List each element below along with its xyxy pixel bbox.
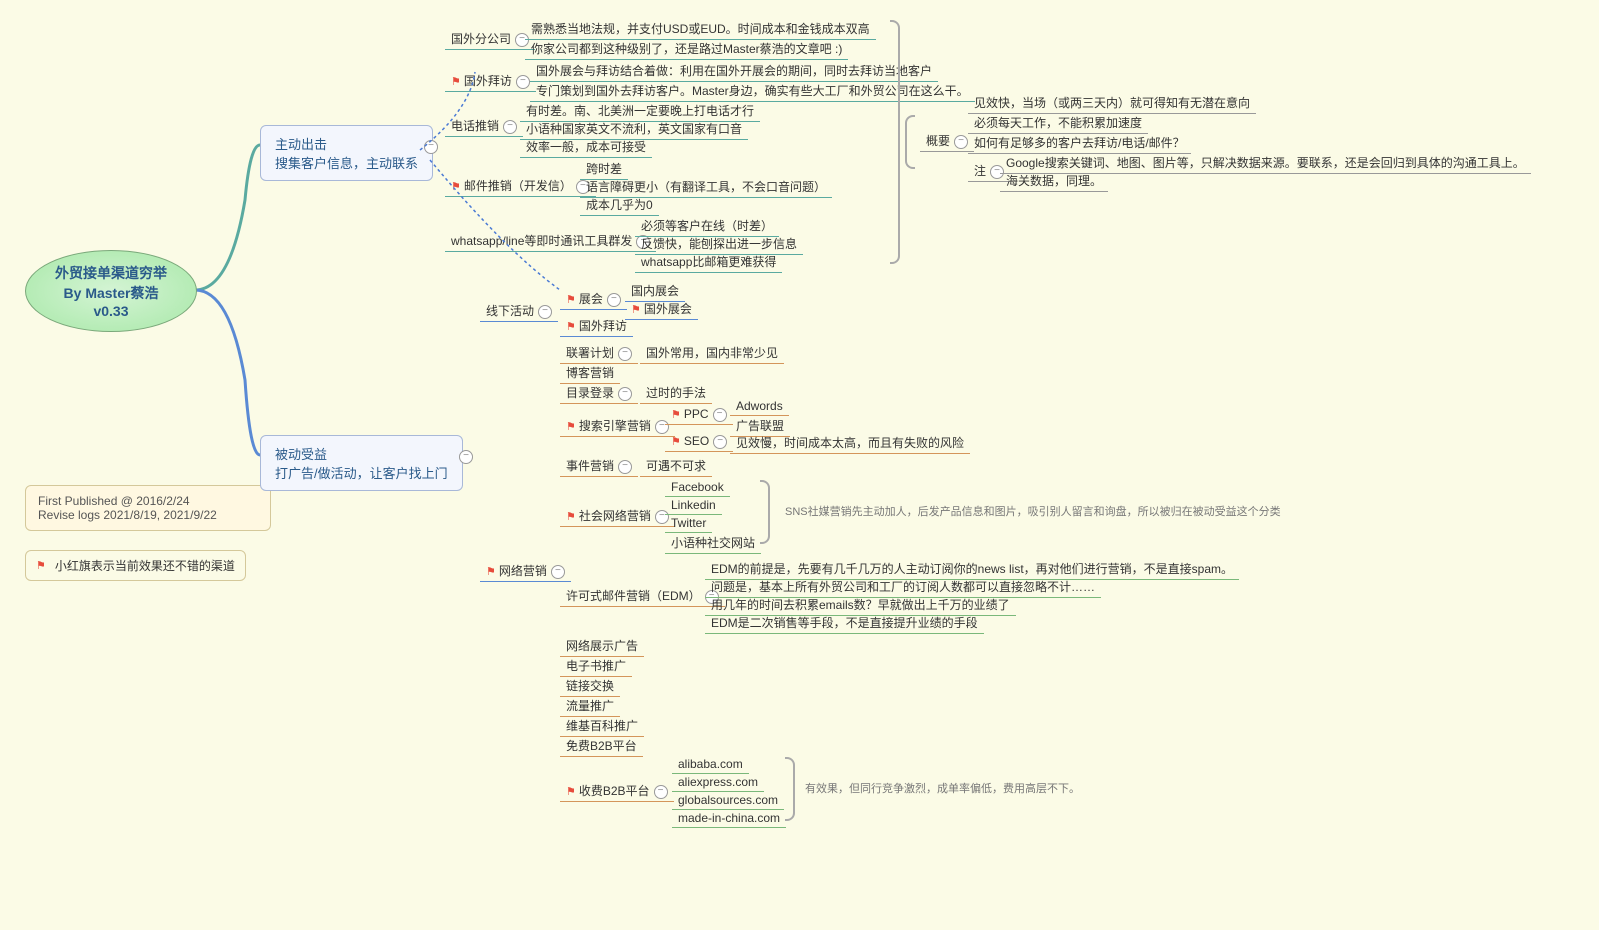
toggle-icon[interactable]: −: [713, 408, 727, 422]
node[interactable]: 过时的手法: [640, 382, 712, 404]
branch-active[interactable]: 主动出击 搜集客户信息，主动联系: [260, 125, 433, 181]
node[interactable]: 联署计划−: [560, 342, 638, 364]
flag-icon: ⚑: [566, 321, 576, 333]
toggle-icon[interactable]: −: [538, 305, 552, 319]
node[interactable]: 链接交换: [560, 675, 620, 697]
flag-icon: ⚑: [451, 181, 461, 193]
node[interactable]: ⚑PPC−: [665, 405, 733, 425]
toggle-icon[interactable]: −: [424, 140, 438, 154]
flag-icon: ⚑: [671, 409, 681, 421]
node[interactable]: 见效慢，时间成本太高，而且有失败的风险: [730, 432, 970, 454]
brace-icon: [905, 115, 915, 169]
flag-icon: ⚑: [671, 436, 681, 448]
node[interactable]: globalsources.com: [672, 791, 784, 810]
node[interactable]: 需熟悉当地法规，并支付USD或EUD。时间成本和金钱成本双高: [525, 18, 876, 40]
node[interactable]: 许可式邮件营销（EDM）−: [560, 585, 725, 607]
brace-icon: [785, 757, 795, 821]
sticky-l1: First Published @ 2016/2/24: [38, 494, 258, 508]
annotation: 有效果，但同行竞争激烈，成单率偏低，费用高层不下。: [805, 780, 1080, 796]
legend-text: 小红旗表示当前效果还不错的渠道: [55, 557, 235, 574]
root-l1: 外贸接单渠道穷举: [55, 265, 167, 281]
brace-icon: [890, 20, 900, 264]
toggle-icon[interactable]: −: [654, 785, 668, 799]
b1-title: 主动出击: [275, 134, 418, 153]
flag-icon: ⚑: [566, 511, 576, 523]
node[interactable]: Adwords: [730, 397, 789, 416]
brace-icon: [760, 480, 770, 544]
b1-sub: 搜集客户信息，主动联系: [275, 153, 418, 172]
flag-icon: ⚑: [451, 76, 461, 88]
node-summary[interactable]: 概要−: [920, 130, 974, 152]
flag-icon: ⚑: [566, 786, 576, 798]
node[interactable]: ⚑社会网络营销−: [560, 505, 675, 527]
root-node[interactable]: 外贸接单渠道穷举 By Master蔡浩 v0.33: [25, 250, 197, 332]
toggle-icon[interactable]: −: [459, 450, 473, 464]
node[interactable]: 必须每天工作，不能积累加速度: [968, 112, 1148, 134]
node[interactable]: EDM是二次销售等手段，不是直接提升业绩的手段: [705, 612, 984, 634]
node[interactable]: 专门策划到国外去拜访客户。Master身边，确实有些大工厂和外贸公司在这么干。: [530, 80, 975, 102]
node[interactable]: 如何有足够多的客户去拜访/电话/邮件？: [968, 132, 1191, 154]
toggle-icon[interactable]: −: [516, 75, 530, 89]
node[interactable]: ⚑国外拜访: [560, 315, 633, 337]
node[interactable]: 事件营销−: [560, 455, 638, 477]
toggle-icon[interactable]: −: [618, 387, 632, 401]
node[interactable]: ⚑搜索引擎营销−: [560, 415, 675, 437]
toggle-icon[interactable]: −: [503, 120, 517, 134]
root-l3: v0.33: [93, 303, 128, 319]
b2-sub: 打广告/做活动，让客户找上门: [275, 463, 448, 482]
toggle-icon[interactable]: −: [954, 135, 968, 149]
node[interactable]: 博客营销: [560, 362, 620, 384]
node[interactable]: Facebook: [665, 478, 730, 497]
node[interactable]: 电子书推广: [560, 655, 632, 677]
toggle-icon[interactable]: −: [618, 347, 632, 361]
node[interactable]: ⚑展会−: [560, 288, 627, 310]
flag-icon: ⚑: [566, 294, 576, 306]
node[interactable]: 国外分公司−: [445, 28, 535, 50]
node[interactable]: 成本几乎为0: [580, 194, 659, 216]
toggle-icon[interactable]: −: [607, 293, 621, 307]
flag-icon: ⚑: [566, 421, 576, 433]
node[interactable]: 国外展会与拜访结合着做：利用在国外开展会的期间，同时去拜访当地客户: [530, 60, 938, 82]
node[interactable]: aliexpress.com: [672, 773, 764, 792]
node[interactable]: 小语种社交网站: [665, 532, 761, 554]
node[interactable]: 流量推广: [560, 695, 620, 717]
flag-icon: ⚑: [486, 566, 496, 578]
sticky-note: First Published @ 2016/2/24 Revise logs …: [25, 485, 271, 531]
node[interactable]: 海关数据，同理。: [1000, 170, 1108, 192]
node[interactable]: whatsapp/line等即时通讯工具群发−: [445, 230, 656, 252]
node[interactable]: ⚑收费B2B平台−: [560, 780, 674, 802]
node[interactable]: alibaba.com: [672, 755, 749, 774]
node[interactable]: 电话推销−: [445, 115, 523, 137]
node[interactable]: 国外常用，国内非常少见: [640, 342, 784, 364]
node[interactable]: ⚑邮件推销（开发信）−: [445, 175, 596, 197]
sticky-l2: Revise logs 2021/8/19, 2021/9/22: [38, 508, 258, 522]
node[interactable]: made-in-china.com: [672, 809, 786, 828]
flag-icon: ⚑: [36, 559, 46, 572]
node[interactable]: ⚑国外拜访−: [445, 70, 536, 92]
toggle-icon[interactable]: −: [618, 460, 632, 474]
node[interactable]: whatsapp比邮箱更难获得: [635, 251, 782, 273]
annotation: SNS社媒营销先主动加人，后发产品信息和图片，吸引别人留言和询盘，所以被归在被动…: [785, 503, 1281, 519]
toggle-icon[interactable]: −: [551, 565, 565, 579]
node[interactable]: 你家公司都到这种级别了，还是路过Master蔡浩的文章吧 :): [525, 38, 848, 60]
node[interactable]: 目录登录−: [560, 382, 638, 404]
node[interactable]: 效率一般，成本可接受: [520, 136, 652, 158]
node[interactable]: 线下活动−: [480, 300, 558, 322]
node[interactable]: 见效快，当场（或两三天内）就可得知有无潜在意向: [968, 92, 1256, 114]
node[interactable]: 可遇不可求: [640, 455, 712, 477]
legend: ⚑ 小红旗表示当前效果还不错的渠道: [25, 550, 246, 581]
b2-title: 被动受益: [275, 444, 448, 463]
node[interactable]: ⚑国外展会: [625, 298, 698, 320]
branch-passive[interactable]: 被动受益 打广告/做活动，让客户找上门: [260, 435, 463, 491]
root-l2: By Master蔡浩: [64, 285, 159, 301]
node[interactable]: ⚑网络营销−: [480, 560, 571, 582]
node[interactable]: 维基百科推广: [560, 715, 644, 737]
toggle-icon[interactable]: −: [713, 435, 727, 449]
node[interactable]: Linkedin: [665, 496, 722, 515]
node[interactable]: ⚑SEO−: [665, 432, 733, 452]
node[interactable]: 免费B2B平台: [560, 735, 643, 757]
node[interactable]: Twitter: [665, 514, 712, 533]
node[interactable]: 网络展示广告: [560, 635, 644, 657]
